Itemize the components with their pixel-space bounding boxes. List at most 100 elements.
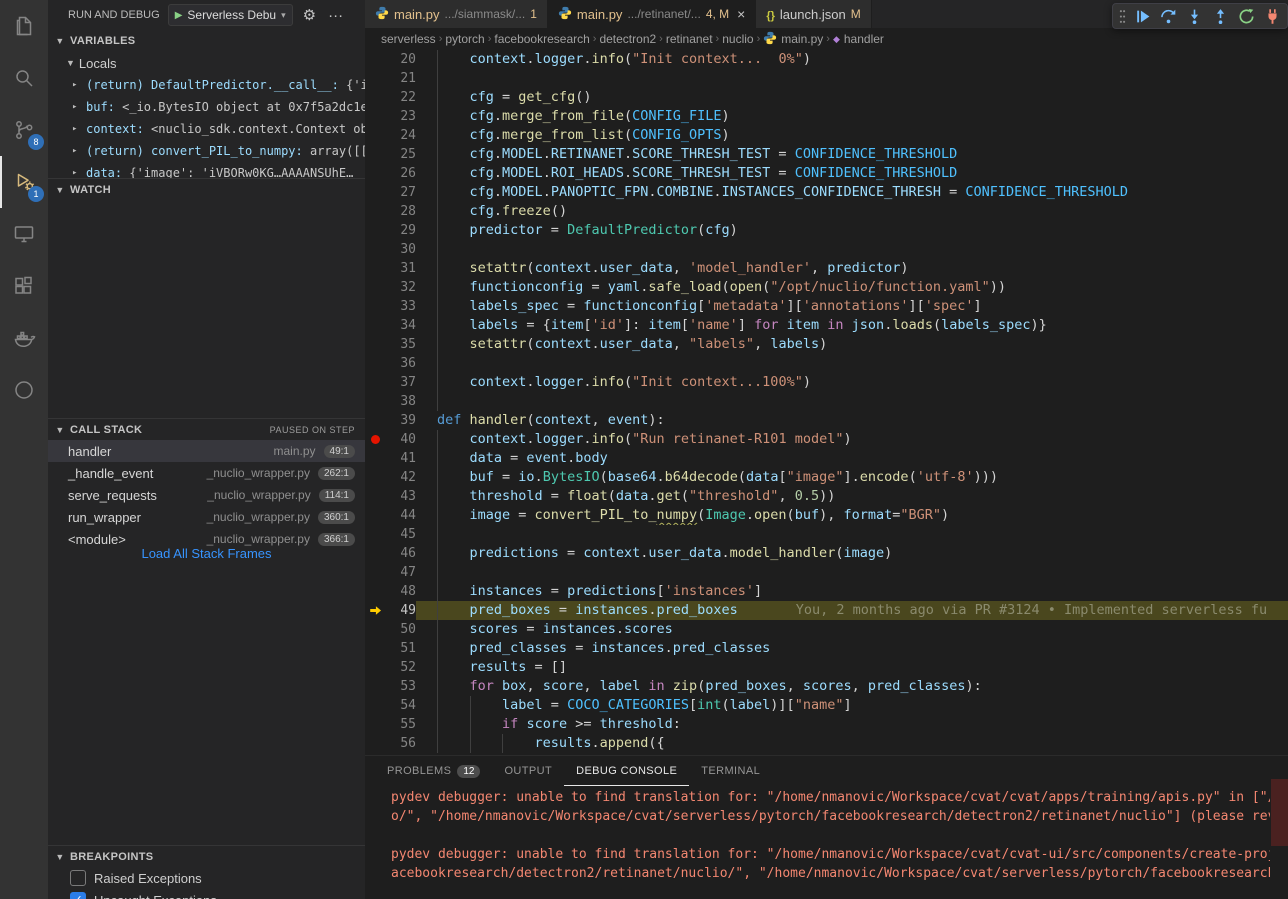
call-stack-section-header[interactable]: ▼ CALL STACK PAUSED ON STEP bbox=[48, 418, 365, 440]
code-line[interactable]: 28 cfg.freeze() bbox=[365, 202, 1288, 221]
code-line[interactable]: 31 setattr(context.user_data, 'model_han… bbox=[365, 259, 1288, 278]
restart-button[interactable] bbox=[1234, 4, 1258, 28]
breadcrumb-handler[interactable]: ◆handler bbox=[833, 32, 884, 46]
disconnect-button[interactable] bbox=[1260, 4, 1284, 28]
breadcrumb-serverless[interactable]: serverless bbox=[381, 32, 436, 46]
breakpoint-checkbox[interactable] bbox=[70, 870, 86, 886]
watch-section-header[interactable]: ▼ WATCH bbox=[48, 178, 365, 200]
code-line[interactable]: 23 cfg.merge_from_file(CONFIG_FILE) bbox=[365, 107, 1288, 126]
activity-source-control[interactable]: 8 bbox=[0, 104, 48, 156]
activity-remote-explorer[interactable] bbox=[0, 208, 48, 260]
activity-extensions[interactable] bbox=[0, 260, 48, 312]
code-line[interactable]: 42 buf = io.BytesIO(base64.b64decode(dat… bbox=[365, 468, 1288, 487]
breadcrumb-separator-icon: › bbox=[593, 33, 597, 45]
code-line[interactable]: 54 label = COCO_CATEGORIES[int(label)]["… bbox=[365, 696, 1288, 715]
close-icon[interactable]: × bbox=[737, 6, 745, 22]
load-all-stack-frames-link[interactable]: Load All Stack Frames bbox=[48, 546, 365, 561]
code-line[interactable]: 24 cfg.merge_from_list(CONFIG_OPTS) bbox=[365, 126, 1288, 145]
continue-button[interactable] bbox=[1130, 4, 1154, 28]
code-line[interactable]: 50 scores = instances.scores bbox=[365, 620, 1288, 639]
breakpoint-icon[interactable] bbox=[365, 430, 385, 449]
variable-row[interactable]: ▸context: <nuclio_sdk.context.Context ob… bbox=[48, 118, 365, 140]
code-line[interactable]: 32 functionconfig = yaml.safe_load(open(… bbox=[365, 278, 1288, 297]
debug-console-output[interactable]: pydev debugger: unable to find translati… bbox=[365, 788, 1270, 899]
stack-frame[interactable]: handlermain.py49:1 bbox=[48, 440, 365, 462]
breadcrumb-pytorch[interactable]: pytorch bbox=[445, 32, 484, 46]
code-line[interactable]: 39def handler(context, event): bbox=[365, 411, 1288, 430]
more-actions-icon[interactable]: ··· bbox=[326, 7, 345, 24]
panel-tab-terminal[interactable]: TERMINAL bbox=[689, 756, 772, 786]
glyph-margin bbox=[365, 221, 385, 240]
start-debugging-icon[interactable]: ▶ bbox=[175, 10, 183, 21]
line-content: for box, score, label in zip(pred_boxes,… bbox=[416, 677, 1288, 696]
code-line[interactable]: 49 pred_boxes = instances.pred_boxesYou,… bbox=[365, 601, 1288, 620]
code-line[interactable]: 55 if score >= threshold: bbox=[365, 715, 1288, 734]
panel-tab-problems[interactable]: PROBLEMS12 bbox=[375, 756, 492, 786]
breadcrumb-facebookresearch[interactable]: facebookresearch bbox=[494, 32, 589, 46]
stack-frame[interactable]: _handle_event_nuclio_wrapper.py262:1 bbox=[48, 462, 365, 484]
tab-2-main.py[interactable]: main.py.../retinanet/...4, M× bbox=[548, 0, 756, 28]
code-line[interactable]: 41 data = event.body bbox=[365, 449, 1288, 468]
variables-section-header[interactable]: ▼ VARIABLES bbox=[48, 30, 365, 52]
activity-explorer[interactable] bbox=[0, 0, 48, 52]
scope-locals[interactable]: ▼ Locals bbox=[48, 52, 365, 74]
stack-frame[interactable]: run_wrapper_nuclio_wrapper.py360:1 bbox=[48, 506, 365, 528]
variable-row[interactable]: ▸(return) DefaultPredictor.__call__: {'i… bbox=[48, 74, 365, 96]
code-line[interactable]: 34 labels = {item['id']: item['name'] fo… bbox=[365, 316, 1288, 335]
breakpoint-item[interactable]: Raised Exceptions bbox=[48, 867, 365, 889]
code-line[interactable]: 48 instances = predictions['instances'] bbox=[365, 582, 1288, 601]
variable-name: (return) DefaultPredictor.__call__: bbox=[86, 78, 339, 92]
activity-search[interactable] bbox=[0, 52, 48, 104]
variable-row[interactable]: ▸data: {'image': 'iVBORw0KG…AAAANSUhE… bbox=[48, 162, 365, 178]
step-over-button[interactable] bbox=[1156, 4, 1180, 28]
code-line[interactable]: 30 bbox=[365, 240, 1288, 259]
breadcrumb-detectron2[interactable]: detectron2 bbox=[599, 32, 656, 46]
breakpoint-checkbox[interactable]: ✓ bbox=[70, 892, 86, 899]
tab-1-main.py[interactable]: main.py.../siammask/...1 bbox=[365, 0, 548, 28]
step-out-button[interactable] bbox=[1208, 4, 1232, 28]
code-line[interactable]: 51 pred_classes = instances.pred_classes bbox=[365, 639, 1288, 658]
breakpoint-item[interactable]: ✓Uncaught Exceptions bbox=[48, 889, 365, 899]
code-line[interactable]: 52 results = [] bbox=[365, 658, 1288, 677]
code-line[interactable]: 44 image = convert_PIL_to_numpy(Image.op… bbox=[365, 506, 1288, 525]
panel-scrollbar[interactable] bbox=[1271, 779, 1288, 846]
code-line[interactable]: 45 bbox=[365, 525, 1288, 544]
breadcrumb-nuclio[interactable]: nuclio bbox=[722, 32, 753, 46]
code-editor[interactable]: 20 context.logger.info("Init context... … bbox=[365, 50, 1288, 753]
stack-frame[interactable]: serve_requests_nuclio_wrapper.py114:1 bbox=[48, 484, 365, 506]
code-line[interactable]: 27 cfg.MODEL.PANOPTIC_FPN.COMBINE.INSTAN… bbox=[365, 183, 1288, 202]
code-line[interactable]: 38 bbox=[365, 392, 1288, 411]
code-line[interactable]: 56 results.append({ bbox=[365, 734, 1288, 753]
activity-ports[interactable] bbox=[0, 364, 48, 416]
code-line[interactable]: 46 predictions = context.user_data.model… bbox=[365, 544, 1288, 563]
panel-tab-output[interactable]: OUTPUT bbox=[492, 756, 564, 786]
code-line[interactable]: 22 cfg = get_cfg() bbox=[365, 88, 1288, 107]
toolbar-grip-icon[interactable] bbox=[1116, 8, 1128, 25]
launch-config-dropdown[interactable]: ▶ Serverless Debu ▾ bbox=[168, 4, 293, 26]
panel-tab-debug-console[interactable]: DEBUG CONSOLE bbox=[564, 756, 689, 786]
code-line[interactable]: 40 context.logger.info("Run retinanet-R1… bbox=[365, 430, 1288, 449]
code-line[interactable]: 20 context.logger.info("Init context... … bbox=[365, 50, 1288, 69]
code-line[interactable]: 53 for box, score, label in zip(pred_box… bbox=[365, 677, 1288, 696]
activity-docker[interactable] bbox=[0, 312, 48, 364]
code-line[interactable]: 29 predictor = DefaultPredictor(cfg) bbox=[365, 221, 1288, 240]
code-line[interactable]: 35 setattr(context.user_data, "labels", … bbox=[365, 335, 1288, 354]
code-line[interactable]: 25 cfg.MODEL.RETINANET.SCORE_THRESH_TEST… bbox=[365, 145, 1288, 164]
current-frame-arrow-icon[interactable] bbox=[365, 601, 385, 620]
code-line[interactable]: 47 bbox=[365, 563, 1288, 582]
code-line[interactable]: 21 bbox=[365, 69, 1288, 88]
code-line[interactable]: 37 context.logger.info("Init context...1… bbox=[365, 373, 1288, 392]
tab-3-launch.json[interactable]: {}launch.jsonM bbox=[756, 0, 871, 28]
breakpoints-section-header[interactable]: ▼ BREAKPOINTS bbox=[48, 845, 365, 867]
code-line[interactable]: 43 threshold = float(data.get("threshold… bbox=[365, 487, 1288, 506]
code-line[interactable]: 33 labels_spec = functionconfig['metadat… bbox=[365, 297, 1288, 316]
variable-row[interactable]: ▸(return) convert_PIL_to_numpy: array([[… bbox=[48, 140, 365, 162]
variable-row[interactable]: ▸buf: <_io.BytesIO object at 0x7f5a2dc1e… bbox=[48, 96, 365, 118]
activity-run-and-debug[interactable]: 1 bbox=[0, 156, 48, 208]
breadcrumb-retinanet[interactable]: retinanet bbox=[666, 32, 713, 46]
code-line[interactable]: 36 bbox=[365, 354, 1288, 373]
gear-icon[interactable]: ⚙ bbox=[301, 6, 318, 24]
code-line[interactable]: 26 cfg.MODEL.ROI_HEADS.SCORE_THRESH_TEST… bbox=[365, 164, 1288, 183]
step-into-button[interactable] bbox=[1182, 4, 1206, 28]
breadcrumb-main.py[interactable]: main.py bbox=[763, 31, 823, 48]
